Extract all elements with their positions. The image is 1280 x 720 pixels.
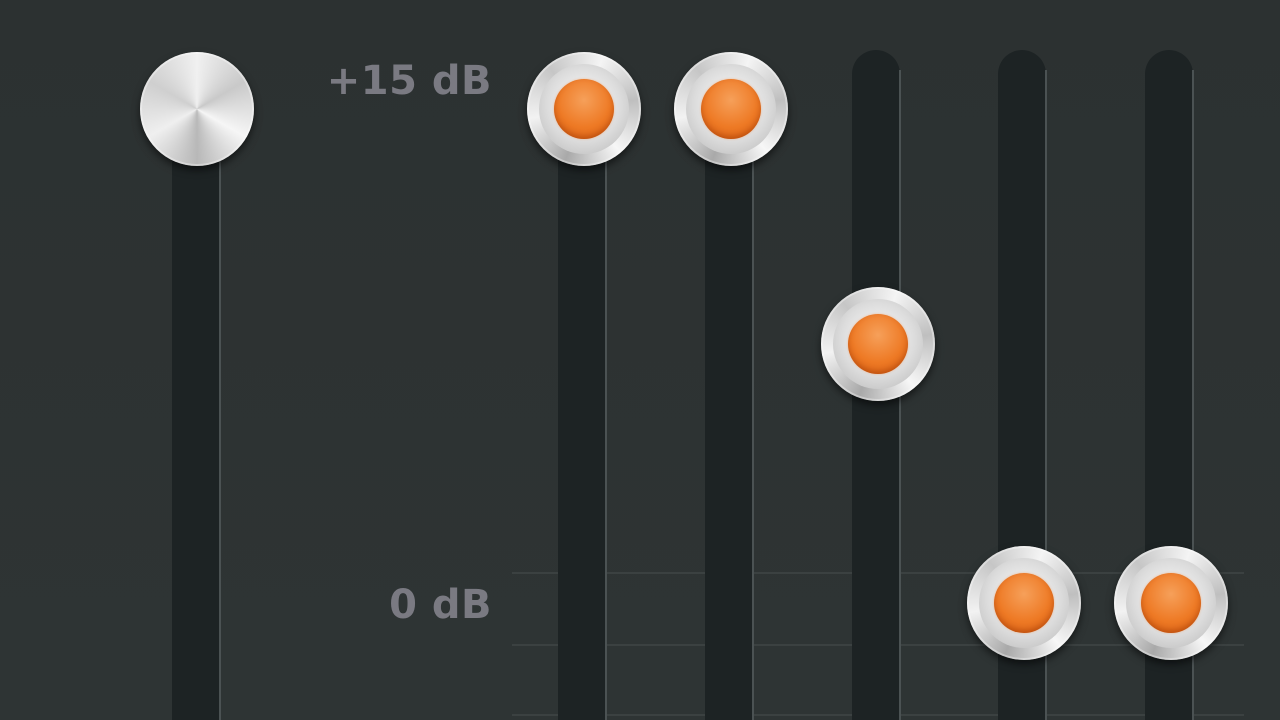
db-label-top: +15 dB <box>326 58 492 104</box>
band-1-slider-knob[interactable] <box>527 52 641 166</box>
band-2-slider-knob[interactable] <box>674 52 788 166</box>
preamp-slider-knob[interactable] <box>140 52 254 166</box>
led-indicator-icon <box>994 573 1054 633</box>
db-label-zero: 0 dB <box>389 582 492 628</box>
band-1-slider-track[interactable] <box>558 110 606 720</box>
band-2-slider-edge <box>752 120 754 720</box>
equalizer-panel: +15 dB 0 dB <box>0 0 1280 720</box>
led-indicator-icon <box>1141 573 1201 633</box>
band-5-slider-knob[interactable] <box>1114 546 1228 660</box>
led-indicator-icon <box>848 314 908 374</box>
band-3-slider-knob[interactable] <box>821 287 935 401</box>
preamp-slider-track[interactable] <box>172 110 220 720</box>
band-2-slider-track[interactable] <box>705 110 753 720</box>
preamp-slider-edge <box>219 120 221 720</box>
band-1-slider-edge <box>605 120 607 720</box>
led-indicator-icon <box>554 79 614 139</box>
band-4-slider-knob[interactable] <box>967 546 1081 660</box>
led-indicator-icon <box>701 79 761 139</box>
